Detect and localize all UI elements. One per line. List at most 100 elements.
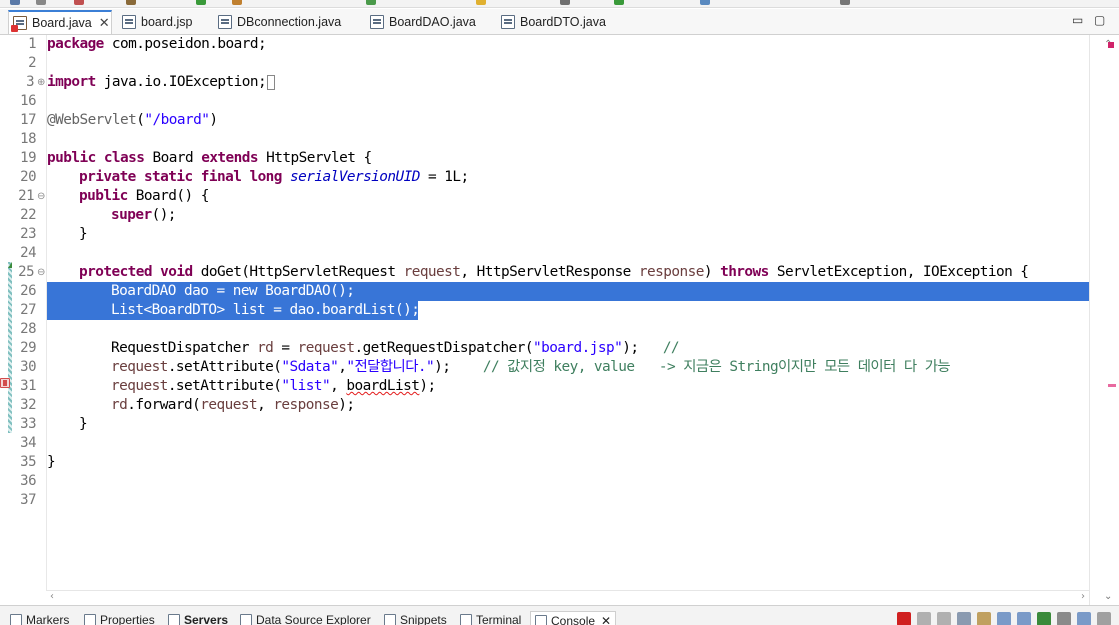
line-number: 34	[20, 435, 36, 451]
word-wrap-icon[interactable]	[997, 612, 1011, 625]
tab-properties[interactable]: Properties	[84, 611, 155, 625]
toolbar-icon[interactable]	[232, 0, 242, 5]
code-line-25: protected void doGet(HttpServletRequest …	[79, 264, 1029, 280]
code-line-20: private static final long serialVersionU…	[79, 169, 469, 185]
main-toolbar	[0, 0, 1119, 8]
code-line-35: }	[47, 454, 56, 470]
editor-tab-bar: Board.java ✕ board.jsp DBconnection.java…	[0, 9, 1119, 35]
code-line-17: @WebServlet("/board")	[47, 112, 218, 128]
remove-launch-icon[interactable]	[917, 612, 931, 625]
code-line-19: public class Board extends HttpServlet {	[47, 150, 372, 166]
line-number: 1	[28, 36, 36, 52]
tab-label: board.jsp	[141, 15, 193, 29]
tab-data-source-explorer[interactable]: Data Source Explorer	[240, 611, 371, 625]
code-line-29: RequestDispatcher rd = request.getReques…	[111, 340, 680, 356]
line-number: 31	[20, 378, 36, 394]
tab-boarddao-java[interactable]: BoardDAO.java	[366, 10, 492, 34]
bottom-view-tabs: Markers Properties Servers Data Source E…	[0, 605, 1119, 625]
properties-icon	[84, 614, 96, 625]
toolbar-icon[interactable]	[700, 0, 710, 5]
line-number: 26	[20, 283, 36, 299]
line-number: 37	[20, 492, 36, 508]
java-editor[interactable]: 1 2 3 16 17 18 19 20 21 22 23 24 25 26 2…	[0, 35, 1119, 605]
scroll-left-icon[interactable]: ‹	[50, 591, 54, 602]
scroll-down-icon[interactable]: ⌄	[1104, 591, 1112, 602]
toolbar-icon[interactable]	[366, 0, 376, 5]
run-icon[interactable]	[196, 0, 206, 5]
code-line-27: List<BoardDTO> list = dao.boardList();	[111, 302, 420, 318]
scroll-right-icon[interactable]: ›	[1081, 591, 1085, 602]
jsp-file-icon	[122, 15, 136, 29]
tab-servers[interactable]: Servers	[168, 611, 228, 625]
tab-label: BoardDAO.java	[389, 15, 476, 29]
servers-icon	[168, 614, 180, 625]
pin-icon[interactable]	[977, 612, 991, 625]
toolbar-icon[interactable]	[36, 0, 46, 5]
tab-label: BoardDTO.java	[520, 15, 606, 29]
code-text-area[interactable]: package com.poseidon.board; import java.…	[46, 35, 1090, 590]
line-number: 25	[18, 264, 34, 280]
pin-console-icon[interactable]	[1037, 612, 1051, 625]
code-line-1: package com.poseidon.board;	[47, 36, 267, 52]
snippets-icon	[384, 614, 396, 625]
error-marker-icon[interactable]	[0, 378, 10, 388]
code-line-21: public Board() {	[79, 188, 209, 204]
display-console-icon[interactable]	[1057, 612, 1071, 625]
view-menu-icon[interactable]	[1097, 612, 1111, 625]
code-line-26: BoardDAO dao = new BoardDAO();	[111, 283, 355, 299]
minimize-icon[interactable]: ▭	[1072, 13, 1083, 27]
toolbar-icon[interactable]	[126, 0, 136, 5]
code-line-30: request.setAttribute("Sdata","전달합니다."); …	[111, 359, 951, 375]
terminate-icon[interactable]	[897, 612, 911, 625]
code-line-23: }	[79, 226, 88, 242]
line-number: 16	[20, 93, 36, 109]
close-icon[interactable]: ✕	[601, 614, 611, 625]
toolbar-icon[interactable]	[10, 0, 20, 5]
line-number: 32	[20, 397, 36, 413]
tab-snippets[interactable]: Snippets	[384, 611, 447, 625]
tab-board-java[interactable]: Board.java ✕	[8, 10, 112, 34]
line-number: 3	[26, 74, 34, 90]
line-number: 30	[20, 359, 36, 375]
line-number: 17	[20, 112, 36, 128]
remove-all-icon[interactable]	[937, 612, 951, 625]
code-line-31: request.setAttribute("list", boardList);	[111, 378, 436, 394]
tab-terminal[interactable]: Terminal	[460, 611, 521, 625]
console-toolbar	[897, 612, 1111, 625]
horizontal-scrollbar[interactable]: ‹ ›	[46, 590, 1089, 605]
expand-fold-icon[interactable]: ⊕	[37, 78, 46, 88]
line-number: 22	[20, 207, 36, 223]
line-number: 36	[20, 473, 36, 489]
line-number: 24	[20, 245, 36, 261]
collapse-fold-icon[interactable]: ⊖	[37, 268, 46, 278]
tab-boarddto-java[interactable]: BoardDTO.java	[497, 10, 627, 34]
code-line-33: }	[79, 416, 88, 432]
line-number: 20	[20, 169, 36, 185]
collapse-fold-icon[interactable]: ⊖	[37, 192, 46, 202]
folded-imports-box[interactable]	[267, 74, 276, 90]
markers-icon	[10, 614, 22, 625]
toolbar-icon[interactable]	[560, 0, 570, 5]
scroll-lock-icon[interactable]	[957, 612, 971, 625]
tab-markers[interactable]: Markers	[10, 611, 69, 625]
error-overview-icon[interactable]	[1108, 42, 1114, 48]
tab-dbconnection-java[interactable]: DBconnection.java	[214, 10, 354, 34]
toolbar-icon[interactable]	[840, 0, 850, 5]
toolbar-icon[interactable]	[614, 0, 624, 5]
java-file-icon	[501, 15, 515, 29]
line-number: 23	[20, 226, 36, 242]
show-console-icon[interactable]	[1017, 612, 1031, 625]
vertical-scrollbar[interactable]: ⌃ ⌄	[1089, 35, 1119, 605]
java-file-error-icon	[11, 16, 27, 32]
annotation-ruler	[0, 35, 16, 590]
tab-console[interactable]: Console ✕	[530, 611, 617, 625]
error-overview-marker[interactable]	[1108, 384, 1116, 387]
tab-board-jsp[interactable]: board.jsp	[118, 10, 210, 34]
toolbar-icon[interactable]	[476, 0, 486, 5]
code-line-32: rd.forward(request, response);	[111, 397, 355, 413]
unresolved-variable[interactable]: boardList	[346, 378, 420, 394]
maximize-icon[interactable]: ▢	[1094, 13, 1105, 27]
toolbar-icon[interactable]	[74, 0, 84, 5]
close-icon[interactable]: ✕	[99, 15, 110, 31]
new-console-icon[interactable]	[1077, 612, 1091, 625]
